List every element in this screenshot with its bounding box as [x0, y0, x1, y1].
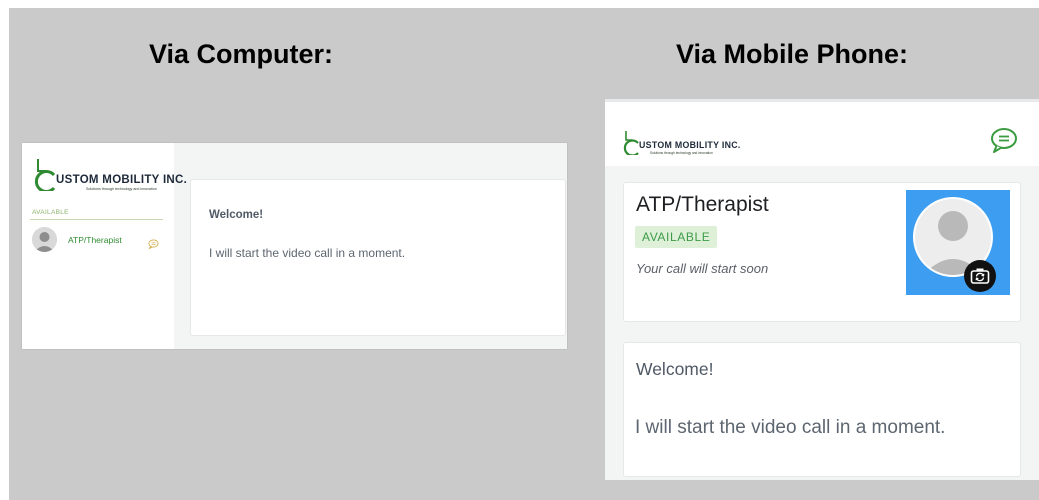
- participant-name: ATP/Therapist: [636, 193, 769, 216]
- sidebar: USTOM MOBILITY INC. Solutions through te…: [22, 143, 187, 349]
- brand-logo[interactable]: USTOM MOBILITY INC. Solutions through te…: [623, 130, 741, 155]
- self-video-preview[interactable]: [906, 190, 1010, 295]
- welcome-message: I will start the video call in a moment.: [635, 417, 946, 438]
- brand-name: USTOM MOBILITY INC.: [639, 140, 741, 150]
- brand-tagline: Solutions through technology and innovat…: [86, 187, 157, 191]
- status-subtext: Your call will start soon: [636, 261, 769, 276]
- camera-switch-button[interactable]: [964, 260, 996, 292]
- welcome-card: Welcome! I will start the video call in …: [190, 179, 566, 336]
- welcome-heading: Welcome!: [636, 359, 714, 379]
- brand-logo[interactable]: USTOM MOBILITY INC. Solutions through te…: [34, 157, 187, 191]
- computer-section-title: Via Computer:: [149, 39, 334, 69]
- desktop-app-window: USTOM MOBILITY INC. Solutions through te…: [22, 143, 567, 349]
- chat-bubble-icon[interactable]: [990, 127, 1018, 158]
- available-section-label: AVAILABLE: [32, 209, 69, 216]
- brand-name: USTOM MOBILITY INC.: [56, 174, 188, 186]
- user-avatar-icon[interactable]: [32, 227, 57, 252]
- slide-background: Via Computer: Via Mobile Phone: USTOM MO…: [9, 8, 1039, 500]
- camera-switch-icon: [970, 268, 990, 284]
- mobile-app-screen: USTOM MOBILITY INC. Solutions through te…: [605, 99, 1039, 480]
- wheelchair-c-logo-icon: [34, 159, 56, 191]
- section-divider: [30, 219, 163, 220]
- participant-name[interactable]: ATP/Therapist: [68, 235, 122, 245]
- status-badge: AVAILABLE: [635, 226, 718, 248]
- brand-tagline: Solutions through technology and innovat…: [650, 151, 713, 155]
- participant-card: ATP/Therapist AVAILABLE Your call will s…: [623, 182, 1021, 322]
- welcome-heading: Welcome!: [209, 209, 264, 221]
- chat-bubble-icon[interactable]: [148, 236, 159, 254]
- mobile-header: USTOM MOBILITY INC. Solutions through te…: [605, 102, 1039, 166]
- mobile-section-title: Via Mobile Phone:: [676, 39, 909, 69]
- welcome-card: Welcome! I will start the video call in …: [623, 342, 1021, 477]
- welcome-message: I will start the video call in a moment.: [209, 246, 406, 260]
